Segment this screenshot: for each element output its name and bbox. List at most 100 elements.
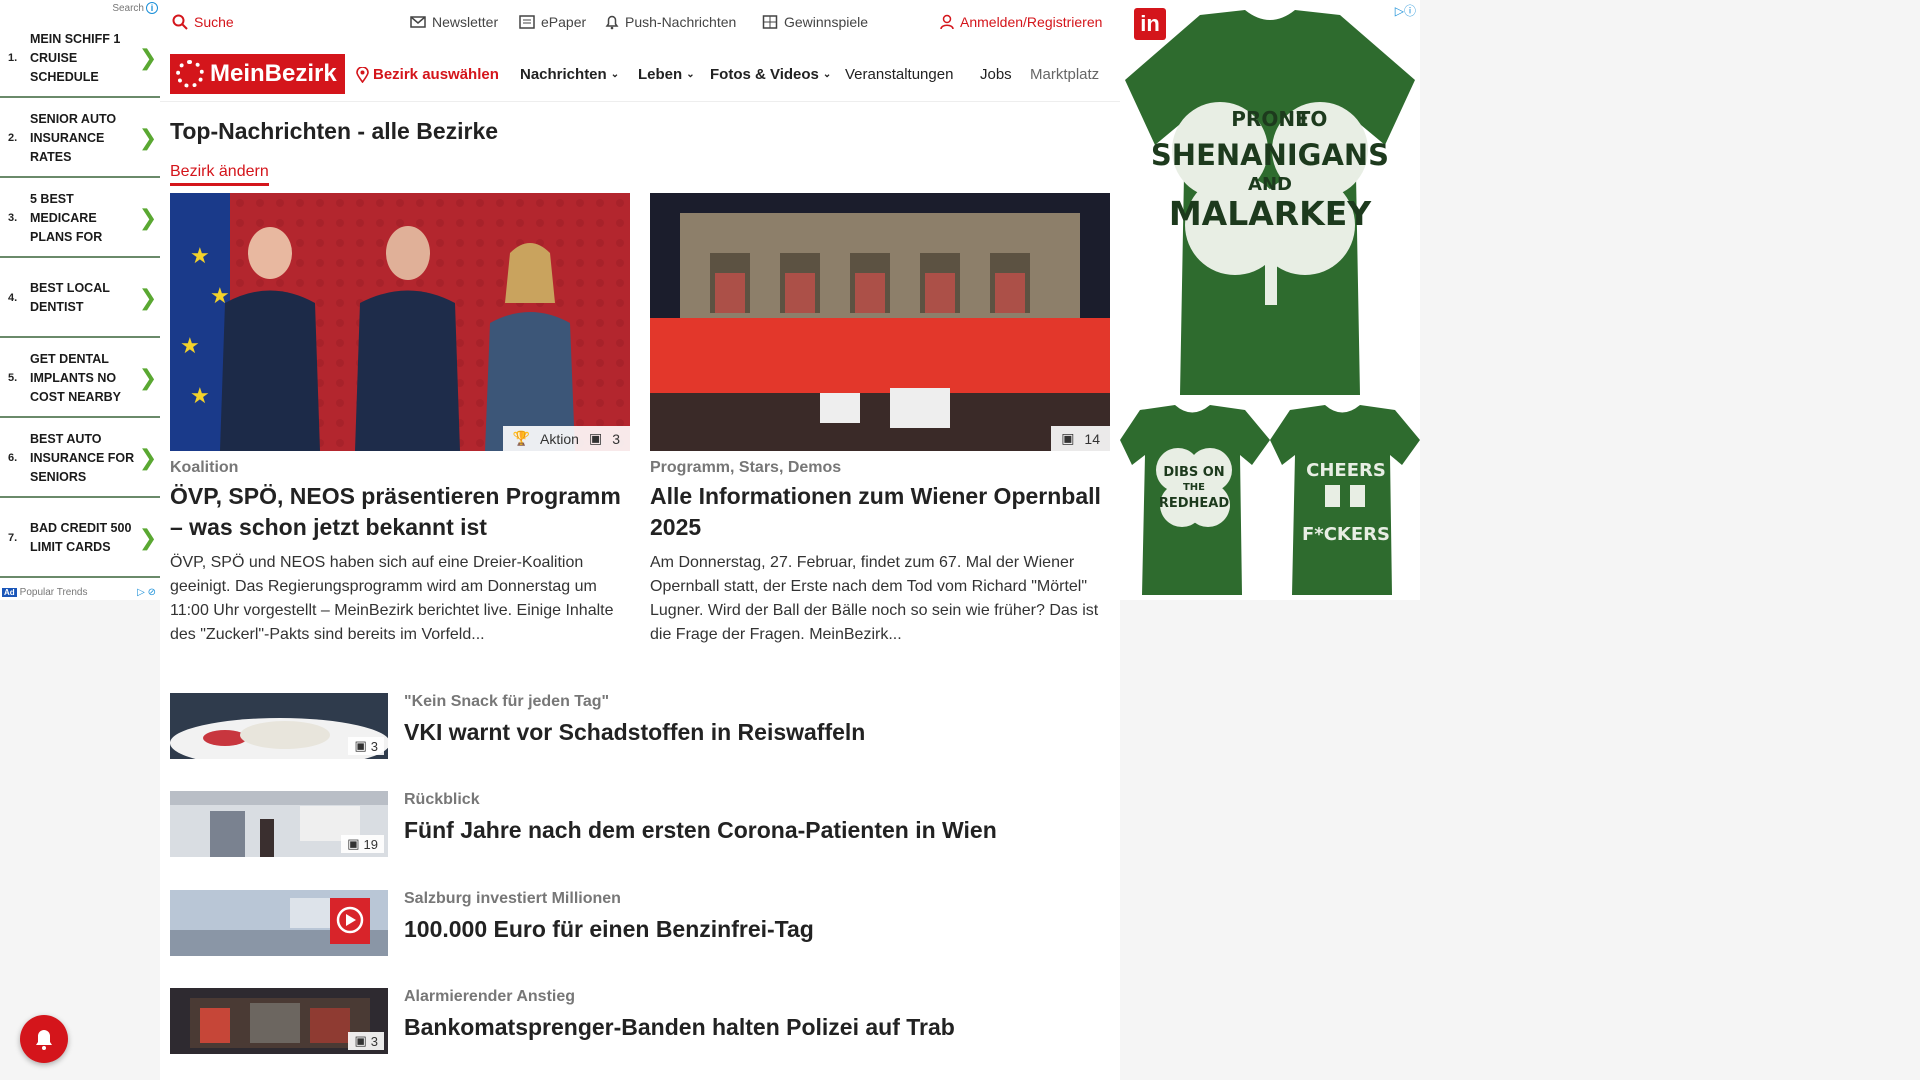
chevron-right-icon: ❯	[138, 125, 158, 151]
opera-photo	[650, 193, 1110, 451]
article-kicker: Programm, Stars, Demos	[650, 459, 842, 476]
adchoices-icon[interactable]: ▷ⓘ	[1395, 2, 1416, 19]
list-thumbnail[interactable]	[170, 890, 388, 956]
bezirk-selector[interactable]: Bezirk auswählen	[356, 66, 499, 83]
photo-icon: ▣	[1061, 430, 1075, 446]
list-thumbnail[interactable]: ▣ 3	[170, 988, 388, 1054]
gewinnspiele-link[interactable]: Gewinnspiele	[762, 14, 868, 30]
photo-count-badge: ▣ 3	[348, 737, 384, 755]
shirt-text-line: DIBS ON	[1163, 465, 1224, 480]
photo-count: 3	[612, 430, 620, 447]
nav-label: Veranstaltungen	[845, 66, 954, 83]
article-image[interactable]: ★ ★ ★ ★ 🏆 Aktion ▣ 3	[170, 193, 630, 451]
list-item[interactable]: ▣ 19 Rückblick Fünf Jahre nach dem erste…	[170, 791, 1110, 857]
article-kicker: Koalition	[170, 459, 239, 476]
newsletter-link[interactable]: Newsletter	[410, 14, 498, 30]
bell-icon	[605, 15, 619, 30]
push-label: Push-Nachrichten	[625, 14, 737, 30]
adchoices-icon[interactable]: ▷ ⊘	[137, 587, 160, 598]
nav-item-veranstaltungen[interactable]: Veranstaltungen	[845, 66, 953, 83]
gift-icon	[762, 15, 778, 29]
list-thumbnail[interactable]: ▣ 3	[170, 693, 388, 759]
photo-count: 14	[1084, 430, 1100, 447]
ad-item-number: 4.	[8, 292, 18, 304]
svg-text:★: ★	[190, 244, 210, 269]
nav-item-jobs[interactable]: Jobs	[980, 66, 1012, 83]
location-pin-icon	[356, 66, 369, 83]
list-item[interactable]: Salzburg investiert Millionen 100.000 Eu…	[170, 890, 1110, 956]
ad-list-item[interactable]: 4. BEST LOCAL DENTIST ❯	[0, 260, 160, 338]
politicians-photo: ★ ★ ★ ★	[170, 193, 630, 451]
ad-footer-label: Popular Trends	[19, 586, 88, 598]
brand-logo: in	[1134, 8, 1166, 40]
list-item[interactable]: ▣ 3 Alarmierender Anstieg Bankomatspreng…	[170, 988, 1110, 1054]
list-kicker: Rückblick	[404, 791, 480, 808]
page-title: Top-Nachrichten - alle Bezirke	[170, 118, 499, 144]
list-item[interactable]: ▣ 3 "Kein Snack für jeden Tag" VKI warnt…	[170, 693, 1110, 759]
nav-label: Jobs	[980, 66, 1012, 83]
search-label: Suche	[194, 14, 234, 30]
ad-badge: Ad	[2, 587, 17, 597]
list-kicker: Alarmierender Anstieg	[404, 988, 576, 1005]
notification-bell-button[interactable]	[20, 1015, 68, 1063]
article-title[interactable]: ÖVP, SPÖ, NEOS präsentieren Programm – w…	[170, 481, 630, 543]
list-title[interactable]: Bankomatsprenger-Banden halten Polizei a…	[404, 1014, 955, 1041]
shirt-text-line: MALARKEY	[1169, 194, 1372, 233]
left-ad-banner[interactable]: Search i 1. MEIN SCHIFF 1 CRUISE SCHEDUL…	[0, 0, 160, 600]
ad-item-text: BEST LOCAL DENTIST	[30, 281, 110, 314]
ad-list-item[interactable]: 6. BEST AUTO INSURANCE FOR SENIORS ❯	[0, 420, 160, 498]
login-link[interactable]: Anmelden/Registrieren	[940, 14, 1102, 30]
article-title[interactable]: Alle Informationen zum Wiener Opernball …	[650, 481, 1110, 543]
push-notifications-link[interactable]: Push-Nachrichten	[605, 14, 736, 30]
shirt-text-line: SHENANIGANS	[1151, 138, 1389, 172]
photo-icon: ▣	[588, 430, 603, 446]
ad-info-icon[interactable]: i	[146, 2, 158, 14]
chevron-right-icon: ❯	[138, 285, 158, 311]
list-title[interactable]: Fünf Jahre nach dem ersten Corona-Patien…	[404, 817, 997, 844]
nav-label: Leben	[638, 66, 683, 83]
search-icon	[172, 14, 188, 30]
nav-item-fotos-videos[interactable]: Fotos & Videos ⌄	[710, 66, 831, 83]
article-card[interactable]: ▣ 14 Programm, Stars, Demos Alle Informa…	[650, 193, 1110, 647]
list-kicker: Salzburg investiert Millionen	[404, 890, 621, 907]
article-image[interactable]: ▣ 14	[650, 193, 1110, 451]
change-bezirk-link[interactable]: Bezirk ändern	[170, 163, 269, 186]
nav-item-nachrichten[interactable]: Nachrichten ⌄	[520, 66, 619, 83]
article-teaser: Am Donnerstag, 27. Februar, findet zum 6…	[650, 554, 1099, 643]
list-title[interactable]: VKI warnt vor Schadstoffen in Reiswaffel…	[404, 719, 865, 746]
photo-icon: ▣	[354, 738, 367, 753]
ad-list-item[interactable]: 1. MEIN SCHIFF 1 CRUISE SCHEDULE ❯	[0, 20, 160, 98]
article-card[interactable]: ★ ★ ★ ★ 🏆 Aktion ▣ 3 Koalition ÖVP, SPÖ,…	[170, 193, 630, 647]
ad-item-text: MEIN SCHIFF 1 CRUISE SCHEDULE	[30, 31, 121, 84]
nav-item-marktplatz[interactable]: Marktplatz	[1030, 66, 1099, 83]
logo-icon	[176, 60, 204, 88]
logo-text: MeinBezirk	[210, 60, 337, 87]
bell-icon	[36, 1030, 52, 1050]
ad-list-item[interactable]: 7. BAD CREDIT 500 LIMIT CARDS ❯	[0, 500, 160, 578]
right-ad-banner[interactable]: ▷ⓘ in PRONE TO SHENANIGANS AND MALARKEY …	[1120, 0, 1420, 600]
ad-item-text: 5 BEST MEDICARE PLANS FOR	[30, 191, 103, 244]
search-link[interactable]: Suche	[172, 14, 234, 30]
epaper-link[interactable]: ePaper	[519, 14, 586, 30]
chevron-right-icon: ❯	[138, 365, 158, 391]
ad-search-label: Search	[112, 2, 144, 14]
nav-label: Marktplatz	[1030, 66, 1100, 83]
site-logo[interactable]: MeinBezirk	[170, 54, 345, 94]
tshirt-ad-image: PRONE TO SHENANIGANS AND MALARKEY DIBS O…	[1120, 10, 1420, 595]
ad-search-tag[interactable]: Search i	[112, 2, 158, 14]
list-thumbnail[interactable]: ▣ 19	[170, 791, 388, 857]
nav-item-leben[interactable]: Leben ⌄	[638, 66, 695, 83]
mail-icon	[410, 16, 426, 28]
chevron-right-icon: ❯	[138, 205, 158, 231]
ad-list-item[interactable]: 3. 5 BEST MEDICARE PLANS FOR ❯	[0, 180, 160, 258]
ad-list-item[interactable]: 2. SENIOR AUTO INSURANCE RATES ❯	[0, 100, 160, 178]
ad-item-text: BAD CREDIT 500 LIMIT CARDS	[30, 521, 132, 554]
list-title[interactable]: 100.000 Euro für einen Benzinfrei-Tag	[404, 916, 814, 943]
photo-count-badge: ▣ 19	[341, 835, 384, 853]
login-label: Anmelden/Registrieren	[960, 14, 1103, 30]
chevron-down-icon: ⌄	[822, 69, 832, 80]
chevron-down-icon: ⌄	[610, 69, 620, 80]
ad-list-item[interactable]: 5. GET DENTAL IMPLANTS NO COST NEARBY ❯	[0, 340, 160, 418]
photo-icon: ▣	[354, 1033, 367, 1048]
street-photo	[170, 890, 388, 956]
